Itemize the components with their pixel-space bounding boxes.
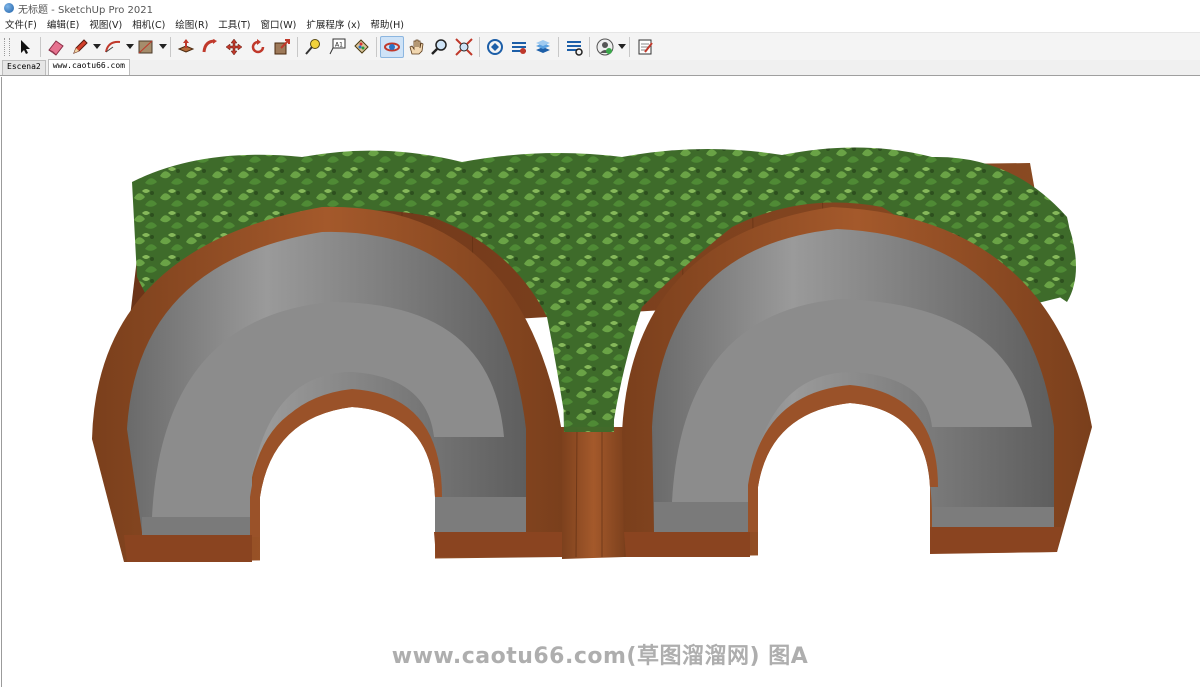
toolbar-separator — [40, 36, 41, 57]
scene-tab[interactable]: Escena2 — [2, 60, 46, 75]
chevron-down-icon — [125, 43, 134, 49]
menu-file[interactable]: 文件(F) — [0, 17, 42, 31]
menu-camera[interactable]: 相机(C) — [127, 17, 170, 31]
scale-tool-button[interactable] — [270, 36, 294, 58]
toolbar-separator — [479, 36, 480, 57]
model-render — [92, 147, 1092, 562]
toolbar-separator — [629, 36, 630, 57]
pencil-icon — [73, 38, 88, 54]
magnifier-icon — [431, 38, 447, 55]
warehouse-3d-button[interactable] — [483, 36, 507, 58]
rotate-tool-button[interactable] — [246, 36, 270, 58]
chevron-down-icon — [92, 43, 101, 49]
eraser-icon — [48, 39, 64, 56]
follow-me-icon — [202, 38, 217, 52]
toolbar-separator — [558, 36, 559, 57]
push-pull-icon — [177, 38, 195, 53]
menu-edit[interactable]: 编辑(E) — [42, 17, 84, 31]
zoom-tool-button[interactable] — [428, 36, 452, 58]
menu-extensions[interactable]: 扩展程序 (x) — [301, 17, 365, 31]
scene-tabs: Escena2 www.caotu66.com — [0, 59, 1200, 76]
account-dropdown[interactable] — [617, 36, 626, 58]
toolbar-separator — [297, 36, 298, 57]
arc-tool-dropdown[interactable] — [125, 36, 134, 58]
move-tool-button[interactable] — [222, 36, 246, 58]
pan-tool-button[interactable] — [404, 36, 428, 58]
eraser-tool-button[interactable] — [44, 36, 68, 58]
rectangle-icon — [138, 40, 153, 53]
orbit-icon — [384, 42, 400, 51]
menu-view[interactable]: 视图(V) — [84, 17, 127, 31]
rectangle-tool-button[interactable] — [134, 36, 158, 58]
line-tool-button[interactable] — [68, 36, 92, 58]
menu-draw[interactable]: 绘图(R) — [170, 17, 213, 31]
toolbar-separator — [589, 36, 590, 57]
text-icon: A1 — [329, 38, 346, 54]
menu-window[interactable]: 窗口(W) — [256, 17, 302, 31]
follow-me-tool-button[interactable] — [198, 36, 222, 58]
menu-bar: 文件(F) 编辑(E) 视图(V) 相机(C) 绘图(R) 工具(T) 窗口(W… — [0, 16, 1200, 32]
move-icon — [225, 38, 243, 55]
layout-icon — [536, 39, 550, 53]
extension-manager-icon — [567, 40, 583, 56]
select-tool-button[interactable] — [13, 36, 37, 58]
layout-send-button[interactable] — [531, 36, 555, 58]
toolbar-grip[interactable] — [4, 37, 10, 56]
rectangle-tool-dropdown[interactable] — [158, 36, 167, 58]
menu-tools[interactable]: 工具(T) — [213, 17, 255, 31]
text-tool-button[interactable]: A1 — [325, 36, 349, 58]
toolbar-separator — [170, 36, 171, 57]
warehouse-icon — [487, 38, 503, 55]
hand-icon — [409, 39, 424, 54]
paint-bucket-icon — [354, 38, 369, 54]
arrow-cursor-icon — [21, 39, 30, 54]
arc-icon — [105, 40, 121, 52]
extension-manager-button[interactable] — [562, 36, 586, 58]
notes-button[interactable] — [633, 36, 657, 58]
line-tool-dropdown[interactable] — [92, 36, 101, 58]
arc-tool-button[interactable] — [101, 36, 125, 58]
paint-bucket-tool-button[interactable] — [349, 36, 373, 58]
user-icon — [596, 38, 614, 55]
orbit-tool-button[interactable] — [380, 35, 404, 58]
rotate-icon — [251, 38, 265, 53]
watermark-text: www.caotu66.com(草图溜溜网) 图A — [391, 644, 809, 669]
zoom-extents-tool-button[interactable] — [452, 36, 476, 58]
push-pull-tool-button[interactable] — [174, 36, 198, 58]
zoom-extents-icon — [455, 37, 473, 56]
planter-center-column — [560, 427, 627, 559]
title-bar: 无标题 - SketchUp Pro 2021 — [0, 0, 1200, 16]
model-viewport[interactable] — [1, 77, 1200, 687]
window-title: 无标题 - SketchUp Pro 2021 — [18, 4, 153, 16]
svg-text:A1: A1 — [335, 41, 343, 48]
extension-icon — [512, 41, 526, 54]
menu-help[interactable]: 帮助(H) — [365, 17, 409, 31]
chevron-down-icon — [617, 43, 626, 49]
tape-measure-icon — [305, 38, 320, 55]
scale-icon — [274, 38, 290, 54]
account-button[interactable] — [593, 36, 617, 58]
scene-tab-active[interactable]: www.caotu66.com — [47, 59, 130, 75]
main-toolbar: A1 — [0, 32, 1200, 61]
chevron-down-icon — [158, 43, 167, 49]
notepad-icon — [638, 39, 653, 54]
extension-warehouse-button[interactable] — [507, 36, 531, 58]
tape-measure-tool-button[interactable] — [301, 36, 325, 58]
toolbar-separator — [376, 36, 377, 57]
sketchup-logo-icon — [4, 3, 14, 13]
